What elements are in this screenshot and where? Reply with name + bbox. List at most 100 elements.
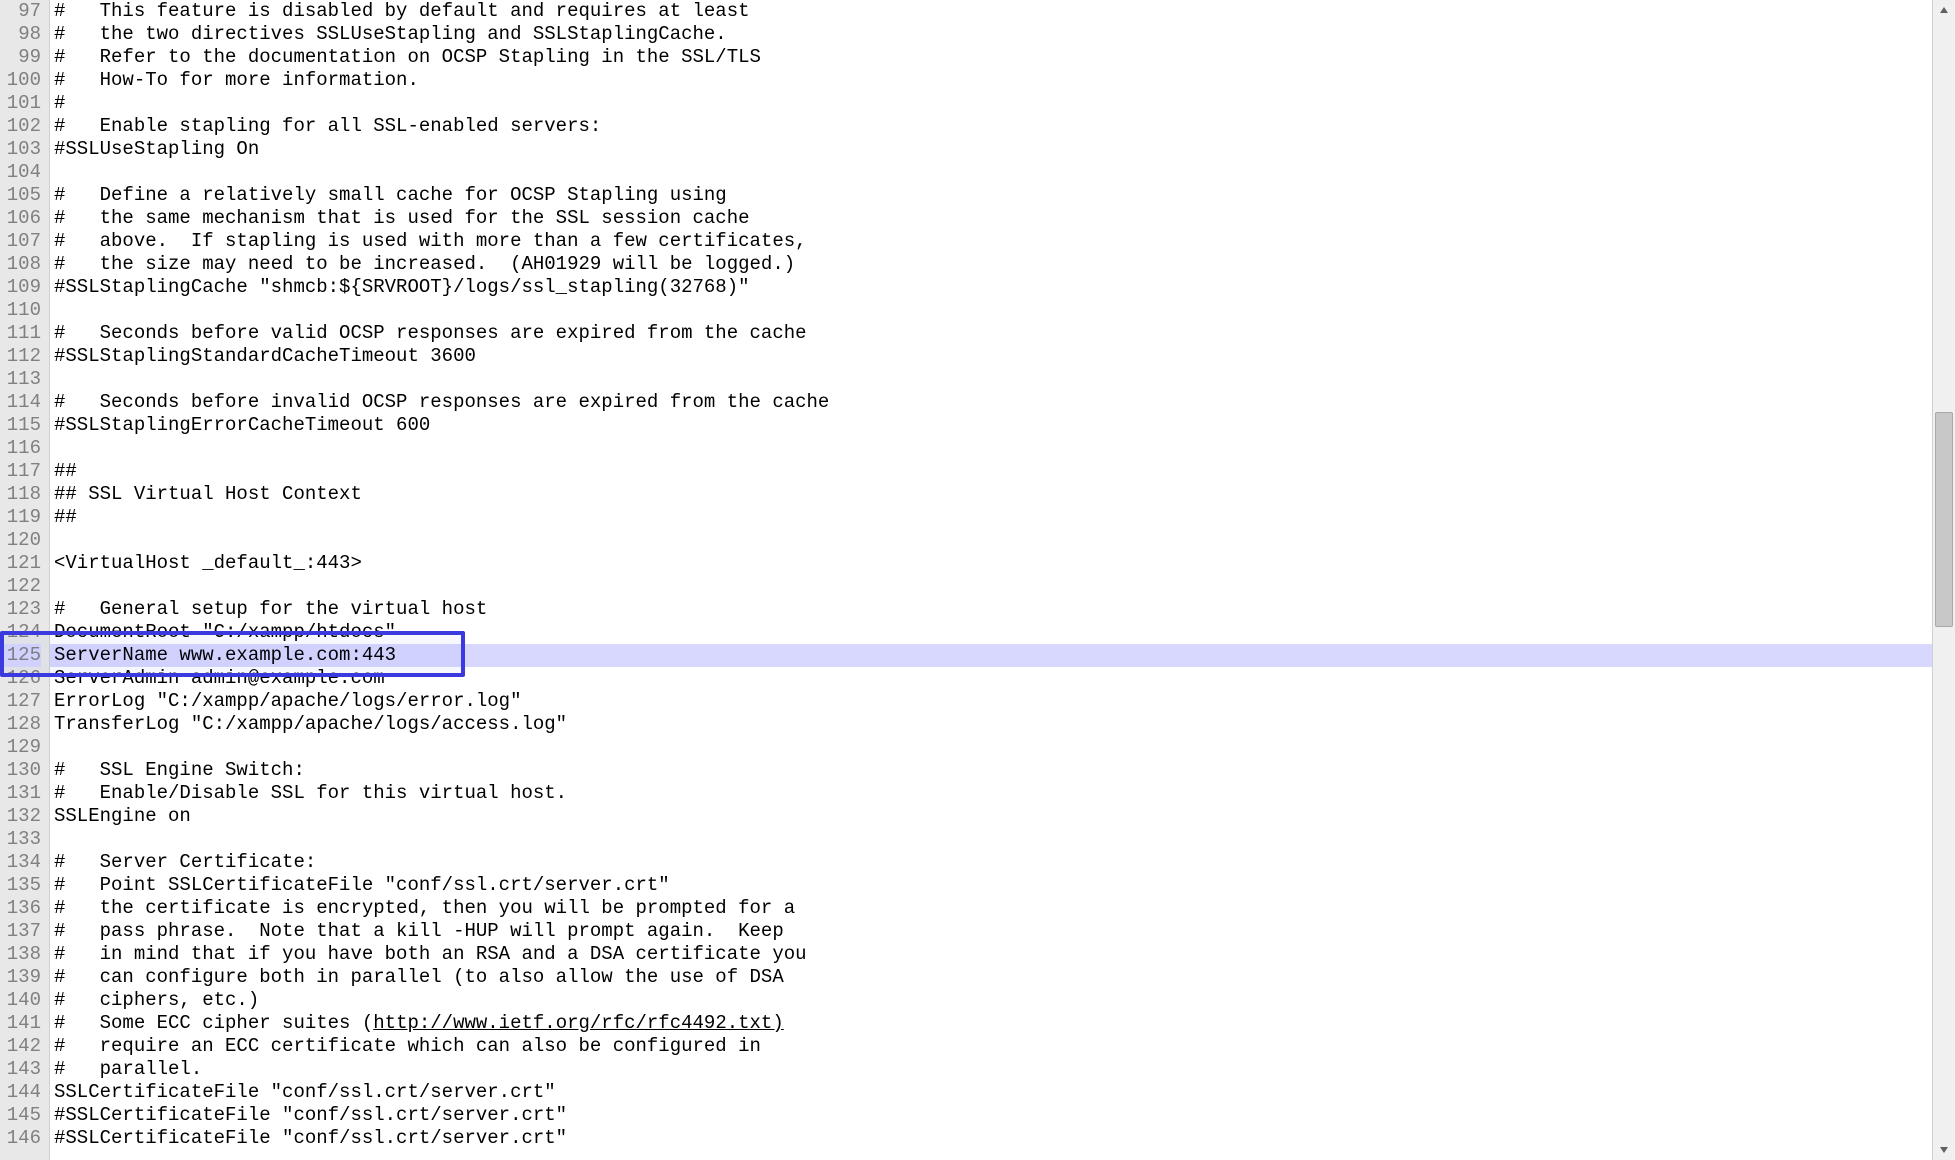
code-line[interactable]: #SSLStaplingStandardCacheTimeout 3600	[50, 345, 1932, 368]
scrollbar-track[interactable]	[1933, 20, 1955, 1140]
line-number: 121	[0, 552, 41, 575]
line-number: 105	[0, 184, 41, 207]
code-line[interactable]: # parallel.	[50, 1058, 1932, 1081]
line-number: 142	[0, 1035, 41, 1058]
code-line[interactable]: SSLEngine on	[50, 805, 1932, 828]
code-line[interactable]: #SSLStaplingCache "shmcb:${SRVROOT}/logs…	[50, 276, 1932, 299]
code-line[interactable]	[50, 736, 1932, 759]
code-line[interactable]: # Refer to the documentation on OCSP Sta…	[50, 46, 1932, 69]
line-number: 106	[0, 207, 41, 230]
code-line[interactable]	[50, 828, 1932, 851]
code-line[interactable]	[50, 437, 1932, 460]
line-number: 109	[0, 276, 41, 299]
code-line[interactable]	[50, 529, 1932, 552]
line-number: 132	[0, 805, 41, 828]
line-number: 102	[0, 115, 41, 138]
code-line[interactable]: # the two directives SSLUseStapling and …	[50, 23, 1932, 46]
code-line[interactable]: ServerAdmin admin@example.com	[50, 667, 1932, 690]
code-line[interactable]: TransferLog "C:/xampp/apache/logs/access…	[50, 713, 1932, 736]
line-number: 103	[0, 138, 41, 161]
line-number: 110	[0, 299, 41, 322]
line-number: 140	[0, 989, 41, 1012]
code-line[interactable]: # ciphers, etc.)	[50, 989, 1932, 1012]
code-line[interactable]: # the same mechanism that is used for th…	[50, 207, 1932, 230]
line-number: 145	[0, 1104, 41, 1127]
scrollbar-thumb[interactable]	[1935, 412, 1953, 627]
line-number: 137	[0, 920, 41, 943]
line-number: 123	[0, 598, 41, 621]
code-content[interactable]: # This feature is disabled by default an…	[50, 0, 1932, 1160]
code-line[interactable]: #SSLCertificateFile "conf/ssl.crt/server…	[50, 1127, 1932, 1150]
code-line[interactable]: # Server Certificate:	[50, 851, 1932, 874]
line-number: 113	[0, 368, 41, 391]
code-text: # Some ECC cipher suites (	[54, 1012, 373, 1034]
line-number: 120	[0, 529, 41, 552]
code-line[interactable]: # SSL Engine Switch:	[50, 759, 1932, 782]
code-line[interactable]	[50, 161, 1932, 184]
line-number: 125	[0, 644, 41, 667]
code-line[interactable]: #SSLUseStapling On	[50, 138, 1932, 161]
line-number: 107	[0, 230, 41, 253]
code-line[interactable]: # Enable stapling for all SSL-enabled se…	[50, 115, 1932, 138]
code-line[interactable]: # above. If stapling is used with more t…	[50, 230, 1932, 253]
code-line[interactable]: <VirtualHost _default_:443>	[50, 552, 1932, 575]
line-number: 139	[0, 966, 41, 989]
scrollbar-down-arrow-icon[interactable]	[1933, 1140, 1955, 1160]
code-line[interactable]: # in mind that if you have both an RSA a…	[50, 943, 1932, 966]
code-line[interactable]: # General setup for the virtual host	[50, 598, 1932, 621]
line-number: 133	[0, 828, 41, 851]
line-number: 104	[0, 161, 41, 184]
line-number: 112	[0, 345, 41, 368]
line-number: 100	[0, 69, 41, 92]
line-number: 119	[0, 506, 41, 529]
code-line[interactable]: # Enable/Disable SSL for this virtual ho…	[50, 782, 1932, 805]
code-line[interactable]: # Seconds before valid OCSP responses ar…	[50, 322, 1932, 345]
line-number: 129	[0, 736, 41, 759]
line-number: 108	[0, 253, 41, 276]
code-line[interactable]	[50, 575, 1932, 598]
code-line[interactable]: # can configure both in parallel (to als…	[50, 966, 1932, 989]
code-line[interactable]: SSLCertificateFile "conf/ssl.crt/server.…	[50, 1081, 1932, 1104]
line-number: 135	[0, 874, 41, 897]
line-number: 98	[0, 23, 41, 46]
code-line[interactable]: # require an ECC certificate which can a…	[50, 1035, 1932, 1058]
line-number: 117	[0, 460, 41, 483]
code-line[interactable]: #SSLCertificateFile "conf/ssl.crt/server…	[50, 1104, 1932, 1127]
line-number: 124	[0, 621, 41, 644]
code-line[interactable]: ErrorLog "C:/xampp/apache/logs/error.log…	[50, 690, 1932, 713]
line-number: 111	[0, 322, 41, 345]
code-line[interactable]: ServerName www.example.com:443	[50, 644, 1932, 667]
line-number: 115	[0, 414, 41, 437]
line-number: 99	[0, 46, 41, 69]
code-line[interactable]: # pass phrase. Note that a kill -HUP wil…	[50, 920, 1932, 943]
line-number: 144	[0, 1081, 41, 1104]
code-line[interactable]: # Define a relatively small cache for OC…	[50, 184, 1932, 207]
line-number: 116	[0, 437, 41, 460]
code-line[interactable]	[50, 368, 1932, 391]
line-number: 127	[0, 690, 41, 713]
scrollbar-up-arrow-icon[interactable]	[1933, 0, 1955, 20]
code-line[interactable]: # This feature is disabled by default an…	[50, 0, 1932, 23]
line-number: 101	[0, 92, 41, 115]
line-number: 143	[0, 1058, 41, 1081]
line-number: 138	[0, 943, 41, 966]
line-number: 134	[0, 851, 41, 874]
line-number: 146	[0, 1127, 41, 1150]
code-line[interactable]: #SSLStaplingErrorCacheTimeout 600	[50, 414, 1932, 437]
code-line[interactable]: # the size may need to be increased. (AH…	[50, 253, 1932, 276]
code-editor: 9798991001011021031041051061071081091101…	[0, 0, 1955, 1160]
vertical-scrollbar[interactable]	[1932, 0, 1955, 1160]
code-line[interactable]: ##	[50, 506, 1932, 529]
code-line[interactable]: # the certificate is encrypted, then you…	[50, 897, 1932, 920]
line-number: 136	[0, 897, 41, 920]
code-line[interactable]	[50, 299, 1932, 322]
code-line[interactable]: ## SSL Virtual Host Context	[50, 483, 1932, 506]
code-line[interactable]: #	[50, 92, 1932, 115]
inline-url-link[interactable]: http://www.ietf.org/rfc/rfc4492.txt)	[373, 1012, 783, 1034]
code-line[interactable]: # Point SSLCertificateFile "conf/ssl.crt…	[50, 874, 1932, 897]
code-line[interactable]: DocumentRoot "C:/xampp/htdocs"	[50, 621, 1932, 644]
code-line[interactable]: # Some ECC cipher suites (http://www.iet…	[50, 1012, 1932, 1035]
code-line[interactable]: # How-To for more information.	[50, 69, 1932, 92]
code-line[interactable]: ##	[50, 460, 1932, 483]
code-line[interactable]: # Seconds before invalid OCSP responses …	[50, 391, 1932, 414]
